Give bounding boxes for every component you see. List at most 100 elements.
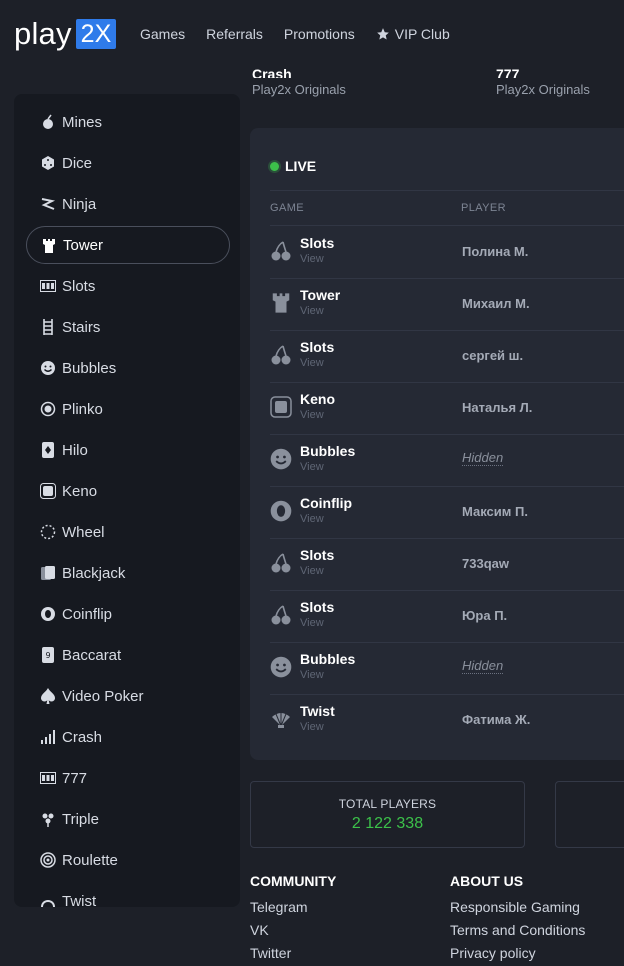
sidebar-item-label: Hilo	[62, 441, 88, 459]
footer-link-terms[interactable]: Terms and Conditions	[450, 922, 585, 945]
sidebar-item-label: Ninja	[62, 195, 97, 213]
coinflip-icon	[40, 606, 56, 622]
view-link[interactable]: View	[300, 461, 324, 473]
view-link[interactable]: View	[300, 669, 324, 681]
sidebar-item-label: Slots	[62, 277, 96, 295]
sidebar-item-label: Twist	[62, 892, 97, 908]
sidebar-item-slots[interactable]: Slots	[26, 267, 230, 305]
table-row: Slots View сергей ш.	[270, 330, 624, 382]
twist-icon	[40, 893, 56, 907]
footer-link-responsible-gaming[interactable]: Responsible Gaming	[450, 899, 585, 922]
sidebar-item-video-poker[interactable]: Video Poker	[26, 677, 230, 715]
game-name: Slots	[300, 235, 335, 251]
logo[interactable]: play 2X	[14, 18, 117, 49]
sidebar-item-wheel[interactable]: Wheel	[26, 513, 230, 551]
main-nav: Games Referrals Promotions VIP Club	[140, 26, 492, 42]
smiley-icon	[270, 448, 292, 470]
view-link[interactable]: View	[300, 617, 324, 629]
hilo-icon	[40, 442, 56, 458]
plinko-icon	[40, 401, 56, 417]
sidebar-item-label: 777	[62, 769, 88, 787]
sidebar-item-baccarat[interactable]: 9 Baccarat	[26, 636, 230, 674]
table-row: Bubbles View Hidden	[270, 434, 624, 486]
mines-icon	[40, 114, 56, 130]
dice-icon	[40, 155, 56, 171]
game-name: Bubbles	[300, 443, 356, 459]
total-players-card: TOTAL PLAYERS 2 122 338	[250, 781, 525, 848]
sidebar-item-triple[interactable]: Triple	[26, 800, 230, 838]
sidebar-item-plinko[interactable]: Plinko	[26, 390, 230, 428]
footer-about: ABOUT US Responsible Gaming Terms and Co…	[450, 873, 585, 966]
sidebar-item-tower[interactable]: Tower	[26, 226, 230, 264]
live-header: LIVE	[270, 158, 316, 174]
footer-link-privacy[interactable]: Privacy policy	[450, 945, 585, 966]
smiley-icon	[270, 656, 292, 678]
table-row: Keno View Наталья Л.	[270, 382, 624, 434]
sidebar-item-label: Plinko	[62, 400, 103, 418]
footer-link-vk[interactable]: VK	[250, 922, 336, 945]
player-name: Максим П.	[462, 504, 528, 519]
view-link[interactable]: View	[300, 409, 324, 421]
logo-badge: 2X	[75, 19, 117, 49]
crash-icon	[40, 729, 56, 745]
view-link[interactable]: View	[300, 565, 324, 577]
sidebar-item-hilo[interactable]: Hilo	[26, 431, 230, 469]
roulette-icon	[40, 852, 56, 868]
view-link[interactable]: View	[300, 721, 324, 733]
game-name: Slots	[300, 599, 335, 615]
bubbles-icon	[40, 360, 56, 376]
cherry-icon	[270, 552, 292, 574]
nav-games[interactable]: Games	[140, 26, 185, 42]
featured-card-777[interactable]: 777 Play2x Originals	[496, 66, 590, 97]
sidebar-item-twist[interactable]: Twist	[26, 882, 230, 907]
player-name-hidden: Hidden	[462, 658, 504, 674]
view-link[interactable]: View	[300, 305, 324, 317]
sidebar-item-dice[interactable]: Dice	[26, 144, 230, 182]
column-header-player: PLAYER	[461, 202, 506, 214]
sidebar-item-label: Baccarat	[62, 646, 122, 664]
view-link[interactable]: View	[300, 253, 324, 265]
featured-title: Crash	[252, 66, 292, 78]
sidebar-item-bubbles[interactable]: Bubbles	[26, 349, 230, 387]
cherry-icon	[270, 344, 292, 366]
nav-referrals[interactable]: Referrals	[206, 26, 263, 42]
sidebar-item-label: Keno	[62, 482, 98, 500]
sidebar-item-roulette[interactable]: Roulette	[26, 841, 230, 879]
divider	[270, 190, 624, 191]
nav-vip-club[interactable]: VIP Club	[376, 26, 471, 42]
sidebar-item-label: Coinflip	[62, 605, 113, 623]
777-icon	[40, 770, 56, 786]
game-name: Coinflip	[300, 495, 353, 511]
sidebar-item-777[interactable]: 777	[26, 759, 230, 797]
coin-icon	[270, 500, 292, 522]
player-name: Фатима Ж.	[462, 712, 531, 727]
live-bets-panel: LIVE GAME PLAYER Slots View Полина М. To…	[250, 128, 624, 760]
featured-card-crash[interactable]: Crash Play2x Originals	[252, 66, 346, 97]
game-name: Bubbles	[300, 651, 356, 667]
footer-link-twitter[interactable]: Twitter	[250, 945, 336, 966]
star-icon	[376, 28, 389, 40]
player-name: сергей ш.	[462, 348, 524, 363]
wheel-icon	[40, 524, 56, 540]
sidebar-item-stairs[interactable]: Stairs	[26, 308, 230, 346]
sidebar-item-coinflip[interactable]: Coinflip	[26, 595, 230, 633]
view-link[interactable]: View	[300, 357, 324, 369]
player-name-hidden: Hidden	[462, 450, 504, 466]
game-name: Slots	[300, 547, 335, 563]
player-name: Юра П.	[462, 608, 508, 623]
cherry-icon	[270, 240, 292, 262]
sidebar-item-label: Video Poker	[62, 687, 144, 705]
player-name: Наталья Л.	[462, 400, 533, 415]
game-name: Keno	[300, 391, 335, 407]
nav-promotions[interactable]: Promotions	[284, 26, 355, 42]
sidebar-item-mines[interactable]: Mines	[26, 103, 230, 141]
sidebar-item-crash[interactable]: Crash	[26, 718, 230, 756]
footer-heading: COMMUNITY	[250, 873, 337, 889]
sidebar-item-ninja[interactable]: Ninja	[26, 185, 230, 223]
live-dot-icon	[270, 161, 279, 171]
sidebar-item-keno[interactable]: Keno	[26, 472, 230, 510]
view-link[interactable]: View	[300, 513, 324, 525]
column-header-game: GAME	[270, 202, 304, 214]
sidebar-item-blackjack[interactable]: Blackjack	[26, 554, 230, 592]
footer-link-telegram[interactable]: Telegram	[250, 899, 336, 922]
